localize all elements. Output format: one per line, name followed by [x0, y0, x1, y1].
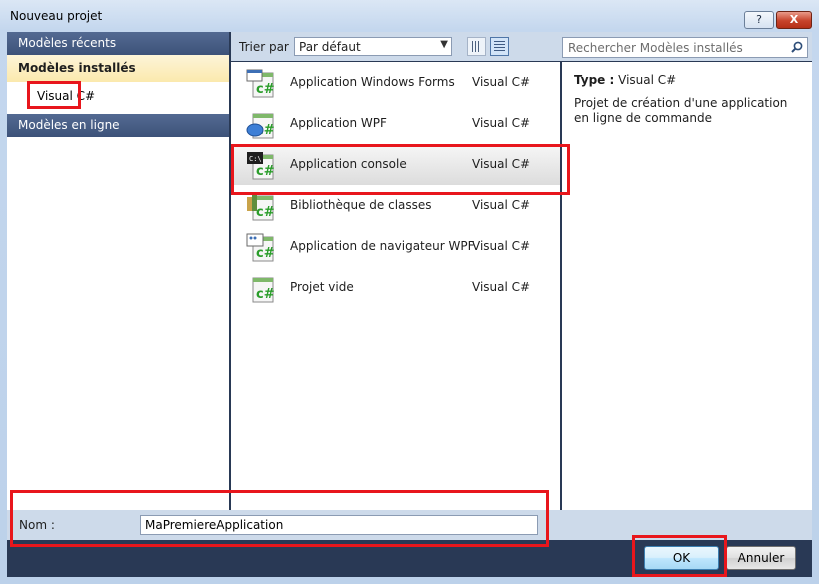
chevron-down-icon: ▼ [440, 39, 448, 50]
template-item[interactable]: c# Application Windows Forms Visual C# [231, 62, 560, 103]
template-item[interactable]: c# Application de navigateur WPF Visual C# [231, 226, 560, 267]
empty-project-csharp-icon: c# [245, 273, 275, 303]
details-view-icon [494, 41, 505, 52]
template-toolbar: Trier par : Par défaut ▼ [231, 32, 812, 61]
template-item[interactable]: c# Bibliothèque de classes Visual C# [231, 185, 560, 226]
template-item[interactable]: c# Projet vide Visual C# [231, 267, 560, 308]
template-language: Visual C# [472, 75, 531, 89]
nav-installed-templates[interactable]: Modèles installés [7, 55, 229, 82]
template-nav: Modèles récents Modèles installés Visual… [7, 32, 229, 510]
svg-text:C:\: C:\ [249, 155, 262, 163]
template-language: Visual C# [472, 116, 531, 130]
nav-visual-csharp[interactable]: Visual C# [7, 84, 229, 108]
name-label: Nom : [19, 518, 55, 532]
template-language: Visual C# [472, 157, 531, 171]
template-name: Projet vide [290, 280, 354, 294]
close-button[interactable]: X [776, 11, 812, 29]
cancel-button[interactable]: Annuler [726, 546, 796, 570]
details-view-button[interactable] [490, 37, 509, 56]
type-value: Visual C# [618, 73, 677, 87]
template-name: Application console [290, 157, 407, 171]
search-icon[interactable] [791, 41, 803, 53]
template-list: c# Application Windows Forms Visual C# c# Ap… [231, 62, 560, 510]
template-language: Visual C# [472, 239, 531, 253]
svg-text:c#: c# [256, 287, 275, 302]
svg-text:c#: c# [256, 82, 275, 97]
template-name: Application de navigateur WPF [290, 239, 475, 253]
template-name: Bibliothèque de classes [290, 198, 432, 212]
title-bar[interactable]: Nouveau projet ? X [0, 0, 819, 32]
template-item[interactable]: c# Application WPF Visual C# [231, 103, 560, 144]
template-language: Visual C# [472, 198, 531, 212]
template-item[interactable]: c# C:\ Application console Visual C# [231, 144, 560, 185]
search-box [562, 37, 808, 58]
template-description: Projet de création d'une application en … [574, 96, 788, 125]
type-line: Type : Visual C# [574, 73, 676, 87]
sort-label: Trier par : [239, 40, 297, 54]
name-area: Nom : [7, 510, 812, 540]
template-language: Visual C# [472, 280, 531, 294]
small-icons-view-icon [472, 41, 481, 52]
wpf-csharp-icon: c# [245, 109, 275, 139]
nav-online-templates[interactable]: Modèles en ligne [7, 114, 229, 137]
type-label: Type : [574, 73, 615, 87]
windows-forms-csharp-icon: c# [245, 68, 275, 98]
dialog-client: Modèles récents Modèles installés Visual… [7, 32, 812, 577]
window-title: Nouveau projet [10, 9, 103, 23]
console-csharp-icon: c# C:\ [245, 150, 275, 180]
project-name-input[interactable] [140, 515, 538, 535]
small-icons-view-button[interactable] [467, 37, 486, 56]
wpf-browser-csharp-icon: c# [245, 232, 275, 262]
svg-text:c#: c# [256, 164, 275, 179]
template-name: Application WPF [290, 116, 387, 130]
help-button[interactable]: ? [744, 11, 774, 29]
ok-button[interactable]: OK [644, 546, 719, 570]
nav-recent-templates[interactable]: Modèles récents [7, 32, 229, 55]
template-details: Type : Visual C# Projet de création d'un… [562, 62, 812, 510]
template-name: Application Windows Forms [290, 75, 455, 89]
svg-text:c#: c# [256, 246, 275, 261]
class-library-csharp-icon: c# [245, 191, 275, 221]
svg-text:c#: c# [256, 205, 275, 220]
dialog-window: Nouveau projet ? X Modèles récents Modèl… [0, 0, 819, 584]
sort-value: Par défaut [299, 40, 361, 54]
search-input[interactable] [563, 38, 788, 57]
sort-dropdown[interactable]: Par défaut ▼ [294, 37, 452, 56]
